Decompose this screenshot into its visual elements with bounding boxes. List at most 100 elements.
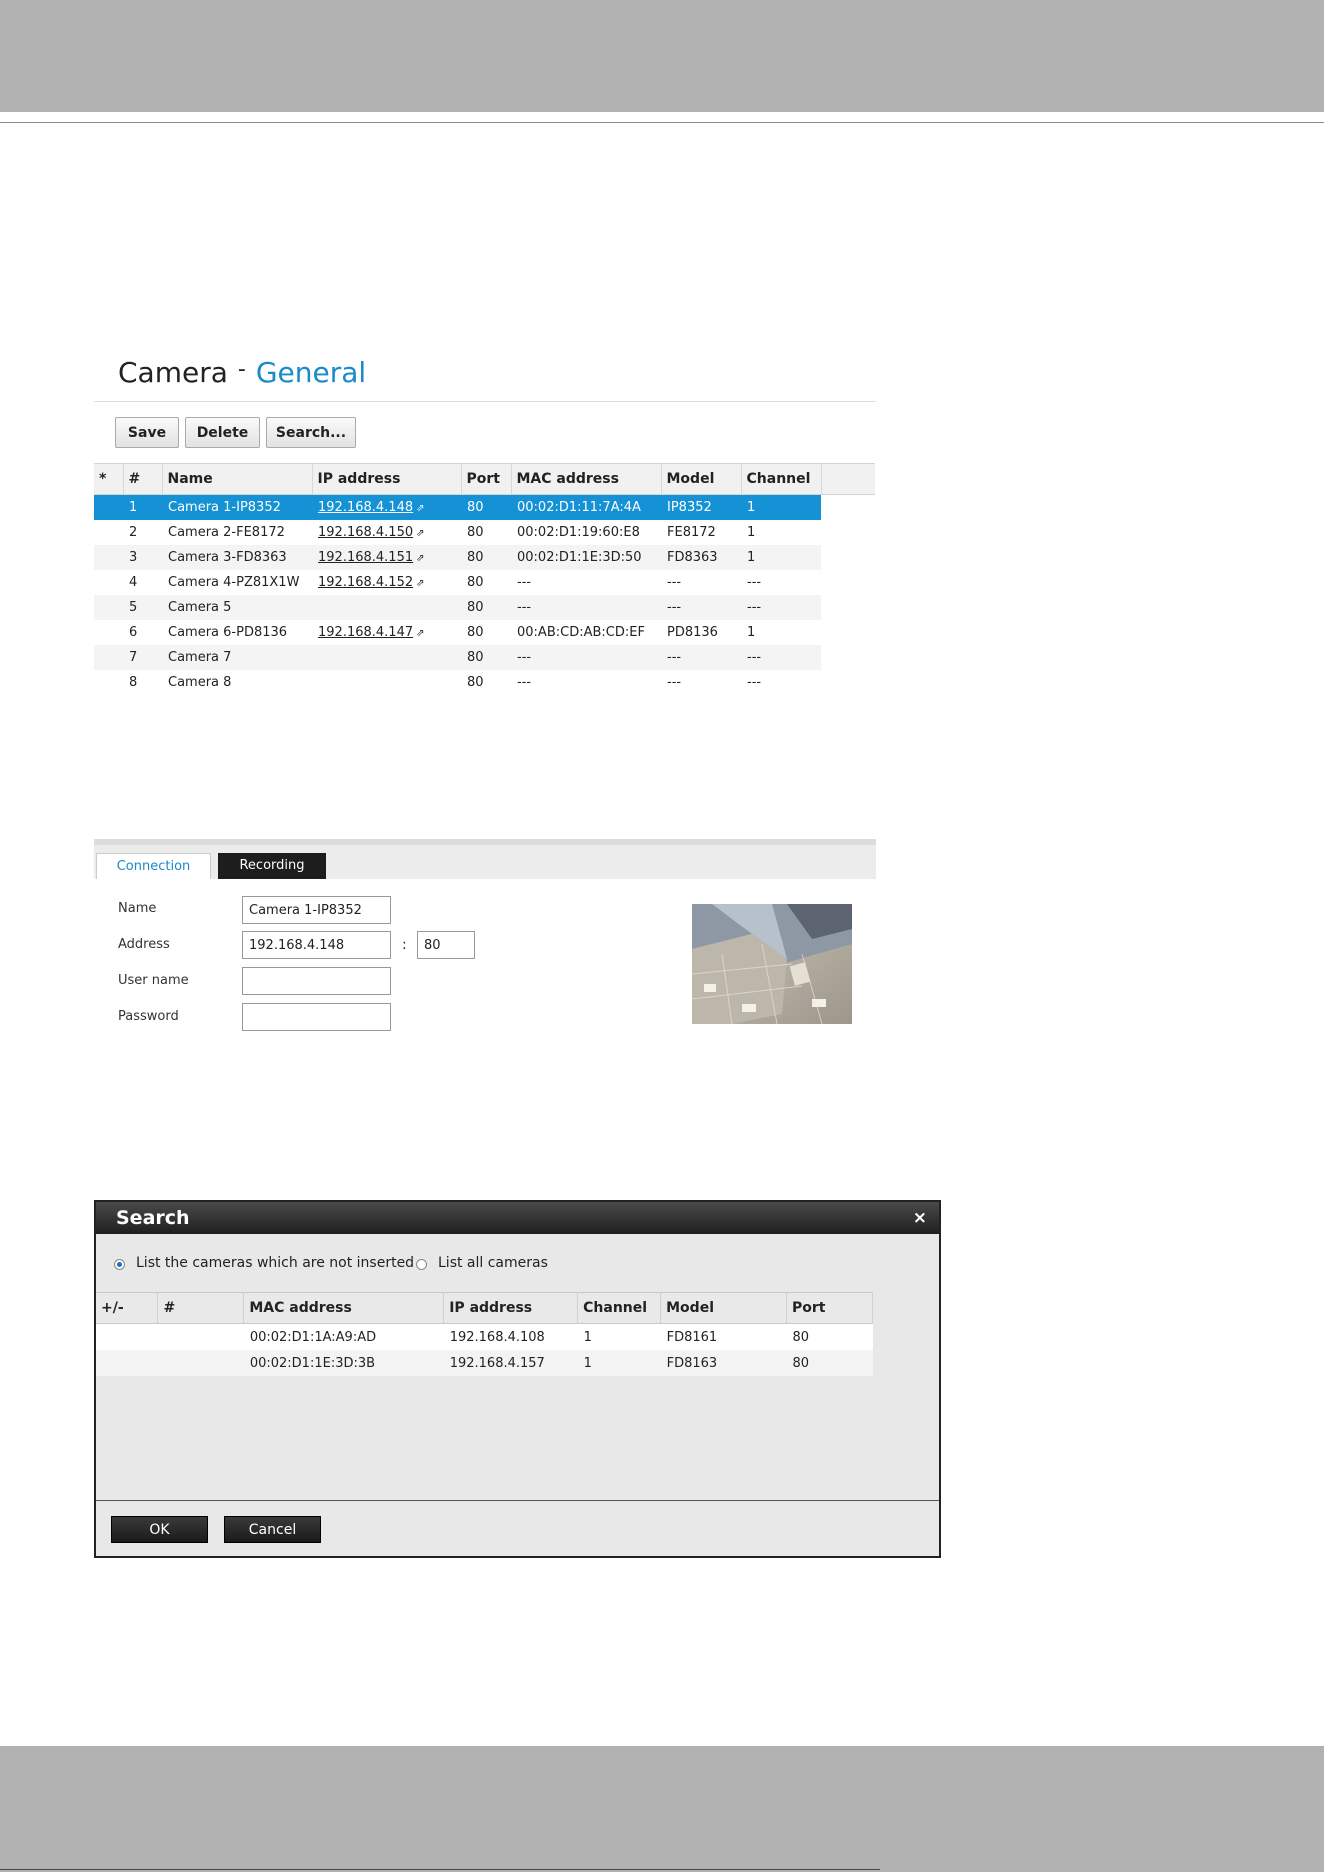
column-header-port[interactable]: Port xyxy=(461,463,512,495)
row-ip-cell xyxy=(312,670,461,695)
password-label: Password xyxy=(118,1009,179,1024)
page-title-main: Camera xyxy=(118,356,228,389)
camera-ip-link[interactable]: 192.168.4.150 xyxy=(318,525,413,540)
column-header-mac-address[interactable]: MAC address xyxy=(243,1292,445,1324)
title-separator: - xyxy=(237,357,246,382)
search-results-table: +/- # MAC address IP address Channel Mod… xyxy=(96,1292,873,1376)
row-channel: --- xyxy=(741,645,821,670)
column-header-add-remove[interactable]: +/- xyxy=(96,1292,159,1324)
column-header-ip-address[interactable]: IP address xyxy=(312,463,462,495)
column-header-channel[interactable]: Channel xyxy=(577,1292,662,1324)
row-mac: 00:02:D1:1E:3D:50 xyxy=(511,545,661,570)
radio-not-inserted-label[interactable]: List the cameras which are not inserted xyxy=(136,1255,414,1271)
row-port: 80 xyxy=(467,525,484,540)
row-channel: 1 xyxy=(577,1323,661,1350)
save-button[interactable]: Save xyxy=(115,417,179,448)
row-filler xyxy=(821,645,875,670)
ok-button[interactable]: OK xyxy=(111,1516,208,1543)
camera-ip-link[interactable]: 192.168.4.151 xyxy=(318,550,413,565)
table-row[interactable]: 6 Camera 6-PD8136 192.168.4.147 ⇗ 80 00:A… xyxy=(94,620,875,645)
row-marker xyxy=(94,670,123,695)
row-add-remove[interactable] xyxy=(96,1350,158,1376)
row-number: 5 xyxy=(123,595,162,620)
delete-button[interactable]: Delete xyxy=(185,417,260,448)
table-row[interactable]: 1 Camera 1-IP8352 192.168.4.148 ⇗ 80 00:0… xyxy=(94,494,875,520)
row-add-remove[interactable] xyxy=(96,1323,158,1350)
column-header-ip-address[interactable]: IP address xyxy=(443,1292,579,1324)
table-row[interactable]: 8 Camera 8 80 --- --- --- xyxy=(94,670,875,695)
row-mac: 00:02:D1:11:7A:4A xyxy=(511,494,661,520)
radio-all-cameras[interactable] xyxy=(416,1259,427,1270)
address-label: Address xyxy=(118,937,170,952)
row-port: 80 xyxy=(467,675,484,690)
row-channel: 1 xyxy=(747,625,756,640)
dialog-header: Search × xyxy=(96,1202,939,1234)
header-rule xyxy=(0,122,1324,123)
row-mac: 00:02:D1:1A:A9:AD xyxy=(243,1323,444,1350)
column-header-mac-address[interactable]: MAC address xyxy=(511,463,662,495)
row-channel: --- xyxy=(741,595,821,620)
dialog-title: Search xyxy=(116,1207,190,1229)
column-header-model[interactable]: Model xyxy=(660,1292,788,1324)
row-port: 80 xyxy=(461,494,511,520)
row-number: 1 xyxy=(123,494,162,520)
table-row[interactable]: 00:02:D1:1E:3D:3B 192.168.4.157 1 FD8163… xyxy=(96,1350,873,1376)
row-number: 7 xyxy=(123,645,162,670)
row-name: Camera 3-FD8363 xyxy=(162,545,312,570)
row-filler xyxy=(821,545,875,570)
title-divider xyxy=(94,401,876,402)
table-row[interactable]: 7 Camera 7 80 --- --- --- xyxy=(94,645,875,670)
external-link-icon[interactable]: ⇗ xyxy=(416,503,424,514)
column-header-number[interactable]: # xyxy=(157,1292,245,1324)
table-row[interactable]: 2 Camera 2-FE8172 192.168.4.150 ⇗ 80 00:0… xyxy=(94,520,875,545)
column-header-model[interactable]: Model xyxy=(661,463,742,495)
row-ip: 192.168.4.157 xyxy=(443,1350,578,1376)
camera-ip-link[interactable]: 192.168.4.147 xyxy=(318,625,413,640)
row-name: Camera 7 xyxy=(162,645,312,670)
external-link-icon[interactable]: ⇗ xyxy=(416,553,424,564)
row-model: IP8352 xyxy=(661,494,741,520)
camera-ip-link[interactable]: 192.168.4.148 xyxy=(318,500,413,515)
row-filler xyxy=(821,595,875,620)
table-row[interactable]: 00:02:D1:1A:A9:AD 192.168.4.108 1 FD8161… xyxy=(96,1323,873,1350)
close-icon[interactable]: × xyxy=(913,1208,927,1228)
row-marker xyxy=(94,595,123,620)
row-port: 80 xyxy=(461,645,511,670)
row-marker xyxy=(94,570,123,595)
radio-not-inserted[interactable] xyxy=(114,1259,125,1270)
row-number xyxy=(157,1350,244,1376)
tab-recording[interactable]: Recording xyxy=(218,853,326,879)
address-field[interactable] xyxy=(242,931,391,959)
table-row[interactable]: 3 Camera 3-FD8363 192.168.4.151 ⇗ 80 00:0… xyxy=(94,545,875,570)
table-row[interactable]: 4 Camera 4-PZ81X1W 192.168.4.152 ⇗ 80 ---… xyxy=(94,570,875,595)
username-field[interactable] xyxy=(242,967,391,995)
row-name: Camera 2-FE8172 xyxy=(168,525,285,540)
camera-preview-graphic xyxy=(692,904,852,1024)
column-header-star[interactable]: * xyxy=(94,463,124,495)
column-header-channel[interactable]: Channel xyxy=(741,463,822,495)
column-header-filler xyxy=(821,463,875,495)
row-filler xyxy=(821,670,875,695)
radio-all-cameras-label[interactable]: List all cameras xyxy=(438,1255,548,1271)
cancel-button[interactable]: Cancel xyxy=(224,1516,321,1543)
row-model: --- xyxy=(661,645,741,670)
external-link-icon[interactable]: ⇗ xyxy=(416,628,424,639)
row-channel: 1 xyxy=(741,494,821,520)
search-button[interactable]: Search... xyxy=(266,417,356,448)
tab-strip xyxy=(94,845,876,879)
tab-connection[interactable]: Connection xyxy=(96,853,211,879)
camera-ip-link[interactable]: 192.168.4.152 xyxy=(318,575,413,590)
row-model: --- xyxy=(661,595,741,620)
row-port: 80 xyxy=(467,575,484,590)
name-field[interactable] xyxy=(242,896,391,924)
column-header-name[interactable]: Name xyxy=(162,463,313,495)
external-link-icon[interactable]: ⇗ xyxy=(416,578,424,589)
column-header-number[interactable]: # xyxy=(123,463,163,495)
external-link-icon[interactable]: ⇗ xyxy=(416,528,424,539)
port-field[interactable] xyxy=(417,931,475,959)
password-field[interactable] xyxy=(242,1003,391,1031)
row-marker xyxy=(94,545,123,570)
table-row[interactable]: 5 Camera 5 80 --- --- --- xyxy=(94,595,875,620)
row-ip-cell: 192.168.4.151 ⇗ xyxy=(312,545,461,570)
column-header-port[interactable]: Port xyxy=(786,1292,873,1324)
